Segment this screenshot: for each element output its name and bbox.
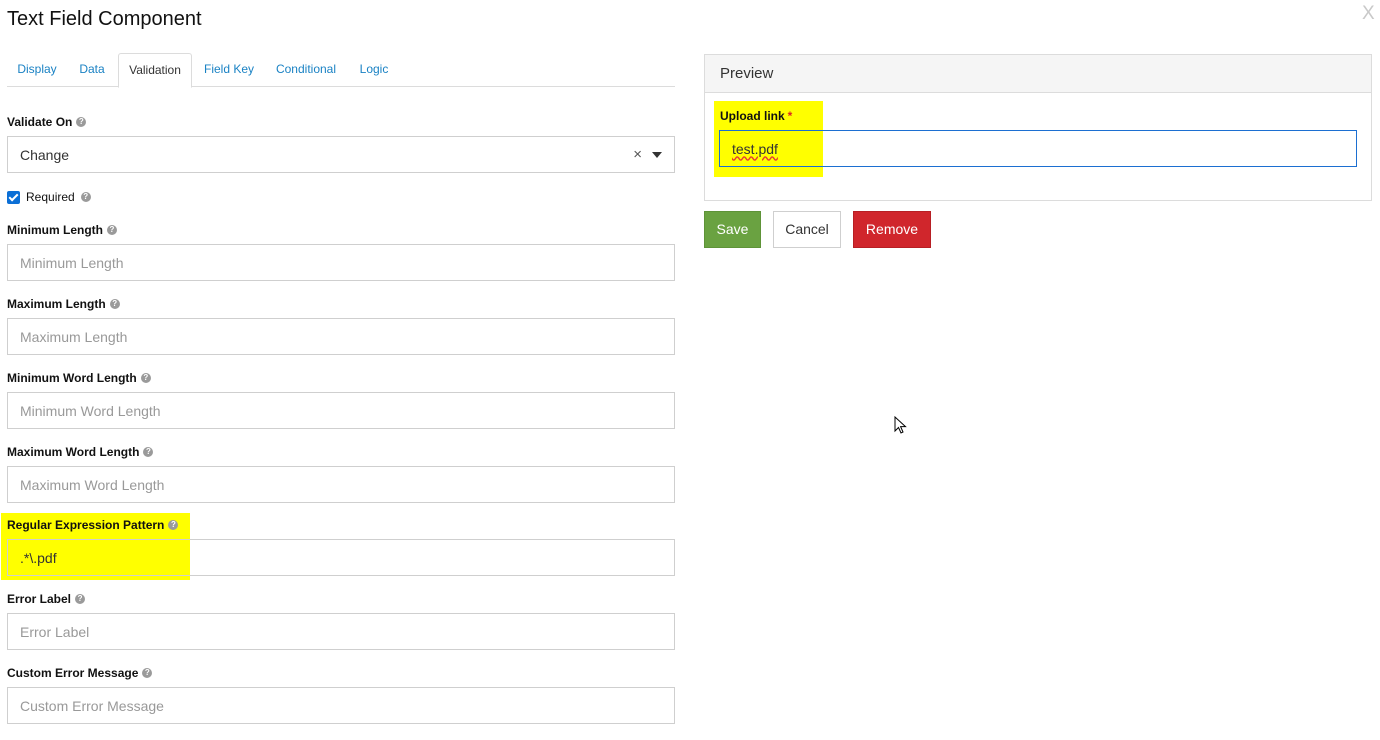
- remove-button[interactable]: Remove: [853, 211, 931, 248]
- max-word-length-label-text: Maximum Word Length: [7, 445, 140, 459]
- upload-link-input[interactable]: test.pdf: [719, 130, 1357, 167]
- tab-field-key[interactable]: Field Key: [195, 53, 263, 87]
- error-label-label: Error Label ?: [7, 592, 86, 606]
- error-label-label-text: Error Label: [7, 592, 72, 606]
- validate-on-value: Change: [20, 146, 70, 163]
- help-icon[interactable]: ?: [168, 520, 179, 530]
- help-icon[interactable]: ?: [109, 299, 120, 309]
- upload-link-label-text: Upload link: [720, 109, 785, 123]
- help-icon[interactable]: ?: [140, 373, 151, 383]
- min-length-label-text: Minimum Length: [7, 223, 103, 237]
- min-length-input[interactable]: [7, 244, 675, 281]
- regex-label-text: Regular Expression Pattern: [7, 518, 165, 532]
- help-icon[interactable]: ?: [76, 117, 87, 127]
- help-icon[interactable]: ?: [75, 594, 86, 604]
- preview-title: Preview: [705, 55, 1371, 93]
- min-word-length-label-text: Minimum Word Length: [7, 371, 137, 385]
- custom-error-input[interactable]: [7, 687, 675, 724]
- tab-validation[interactable]: Validation: [118, 53, 192, 88]
- cancel-button[interactable]: Cancel: [773, 211, 841, 248]
- required-row: Required ?: [7, 189, 91, 204]
- help-icon[interactable]: ?: [143, 447, 154, 457]
- help-icon[interactable]: ?: [107, 225, 117, 235]
- max-length-label-text: Maximum Length: [7, 297, 106, 311]
- validate-on-label: Validate On ?: [7, 115, 87, 129]
- mouse-pointer-icon: [894, 416, 907, 434]
- min-word-length-label: Minimum Word Length ?: [7, 371, 151, 385]
- custom-error-label: Custom Error Message ?: [7, 666, 153, 680]
- tab-logic[interactable]: Logic: [351, 53, 397, 87]
- regex-label: Regular Expression Pattern ?: [7, 518, 179, 532]
- max-length-label: Maximum Length ?: [7, 297, 120, 311]
- dialog-title: Text Field Component: [7, 8, 202, 30]
- required-marker: *: [787, 109, 793, 123]
- clear-icon[interactable]: ×: [633, 146, 642, 163]
- regex-input[interactable]: [7, 539, 675, 576]
- tab-display[interactable]: Display: [7, 53, 67, 87]
- help-icon[interactable]: ?: [80, 191, 91, 202]
- tab-data[interactable]: Data: [69, 53, 115, 87]
- max-word-length-label: Maximum Word Length ?: [7, 445, 154, 459]
- required-checkbox[interactable]: [7, 191, 20, 204]
- caret-down-icon[interactable]: [652, 151, 662, 158]
- tab-bar: Display Data Validation Field Key Condit…: [7, 53, 675, 88]
- tab-conditional[interactable]: Conditional: [269, 53, 343, 87]
- max-word-length-input[interactable]: [7, 466, 675, 503]
- help-icon[interactable]: ?: [142, 668, 153, 678]
- upload-link-value: test.pdf: [732, 140, 778, 157]
- upload-link-label: Upload link *: [720, 109, 792, 123]
- error-label-input[interactable]: [7, 613, 675, 650]
- validate-on-label-text: Validate On: [7, 115, 73, 129]
- validate-on-select[interactable]: Change ×: [7, 136, 675, 173]
- close-icon[interactable]: X: [1362, 3, 1375, 25]
- save-button[interactable]: Save: [704, 211, 761, 248]
- required-label: Required: [26, 189, 75, 204]
- max-length-input[interactable]: [7, 318, 675, 355]
- min-word-length-input[interactable]: [7, 392, 675, 429]
- min-length-label: Minimum Length ?: [7, 223, 117, 237]
- custom-error-label-text: Custom Error Message: [7, 666, 139, 680]
